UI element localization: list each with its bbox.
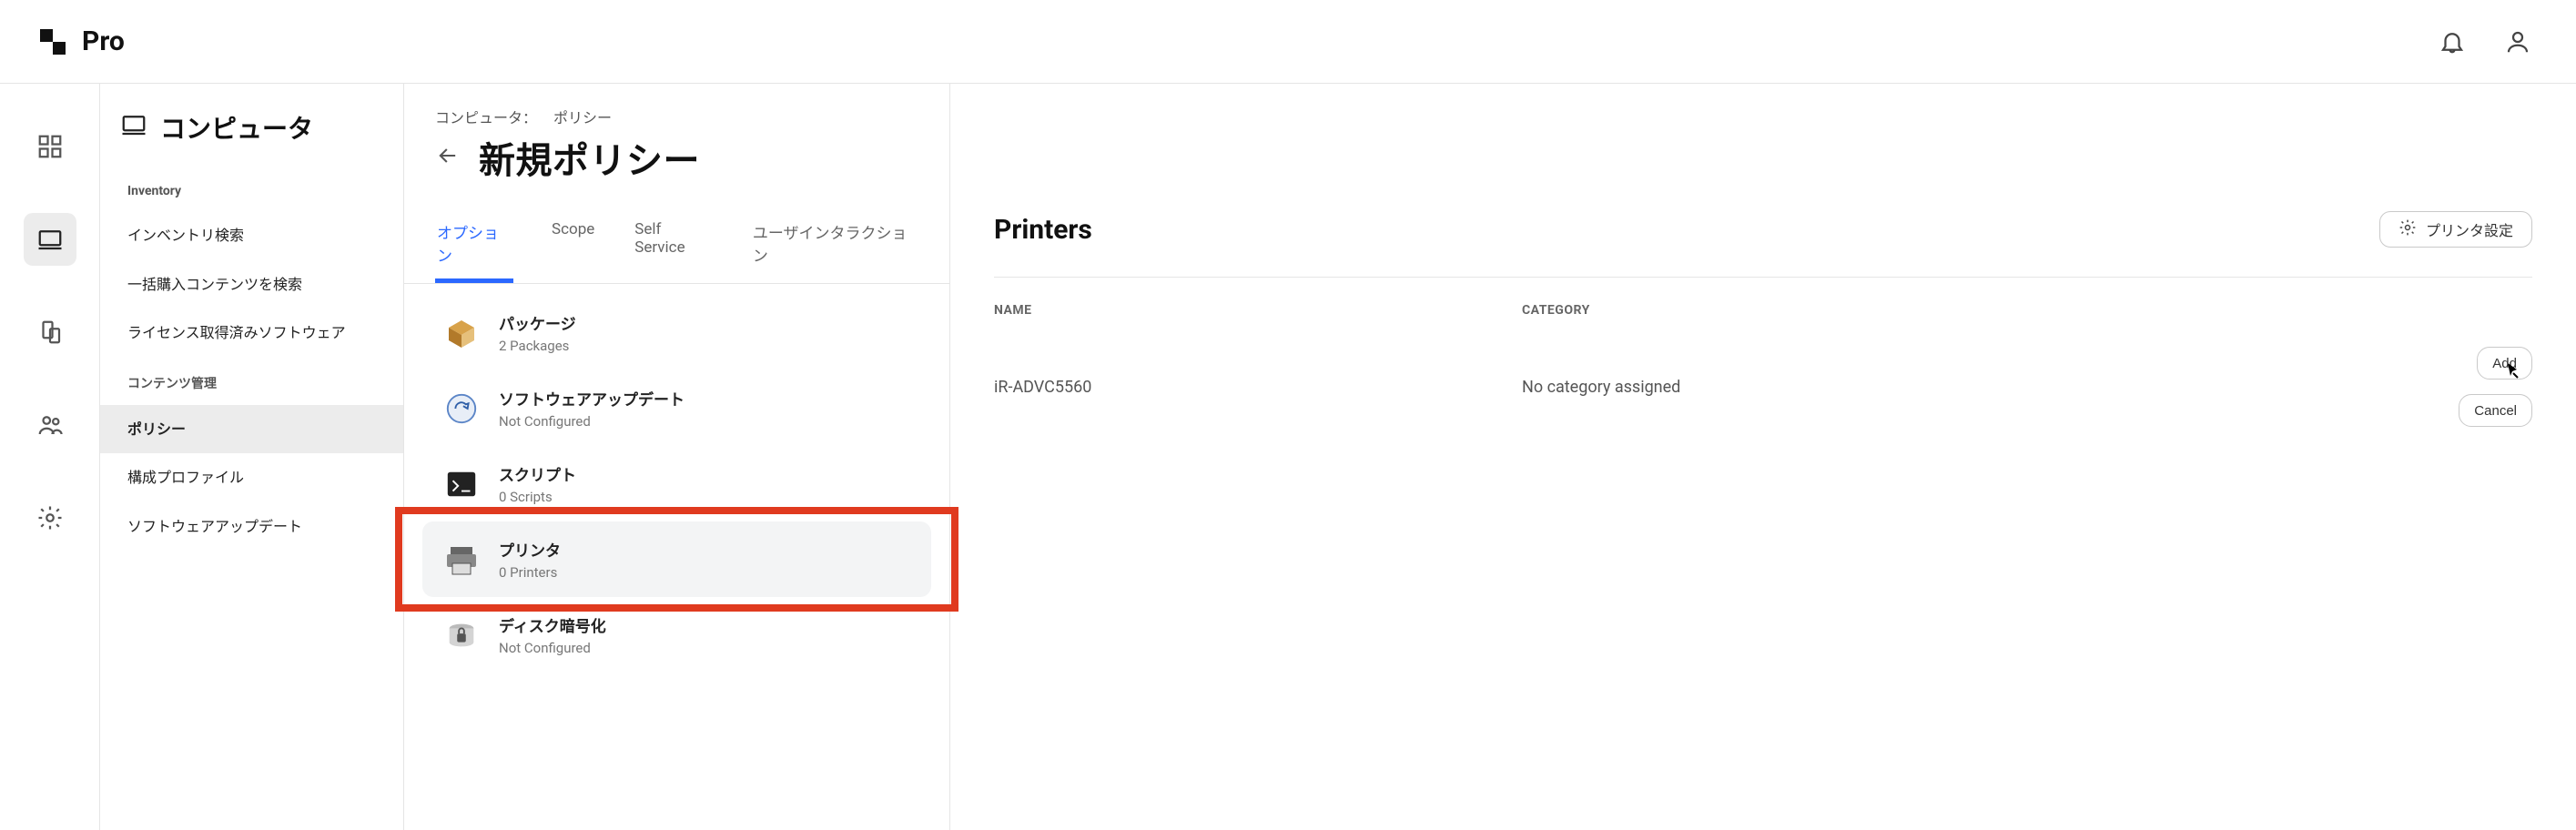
sidebar-item-software-updates[interactable]: ソフトウェアアップデート [100,502,403,552]
nav-rail [0,84,100,830]
tab-options[interactable]: オプション [435,220,513,283]
table-header: NAME CATEGORY [994,303,2532,334]
sidebar-item-vpp-search[interactable]: 一括購入コンテンツを検索 [100,260,403,309]
option-sub: Not Configured [499,640,606,656]
sidebar-item-config-profiles[interactable]: 構成プロファイル [100,453,403,502]
sidebar: コンピュータ Inventory インベントリ検索 一括購入コンテンツを検索 ラ… [100,84,404,830]
table-row: iR-ADVC5560 No category assigned Add Can… [994,334,2532,440]
tab-self-service[interactable]: Self Service [633,220,715,283]
main-heading: Printers [994,214,1092,246]
top-bar: Pro [0,0,2576,84]
sidebar-item-policies[interactable]: ポリシー [100,405,403,454]
cancel-button[interactable]: Cancel [2459,394,2532,427]
sidebar-item-inventory-search[interactable]: インベントリ検索 [100,211,403,260]
options-column: コンピュータ： ポリシー 新規ポリシー オプション Scope Self Ser… [404,84,950,830]
option-sub: 0 Scripts [499,489,576,505]
option-sub: 2 Packages [499,338,576,354]
brand-name: Pro [82,25,125,57]
rail-devices[interactable] [24,306,76,359]
add-button-label: Add [2492,356,2517,371]
sidebar-title-text: コンピュータ [160,109,313,146]
option-scripts[interactable]: スクリプト 0 Scripts [422,446,931,521]
option-software-updates[interactable]: ソフトウェアアップデート Not Configured [422,370,931,446]
rail-computers[interactable] [24,213,76,266]
tab-scope[interactable]: Scope [550,220,596,283]
option-sub: 0 Printers [499,564,561,581]
laptop-icon [120,111,147,145]
gear-icon [2399,218,2417,241]
col-category: CATEGORY [1522,303,2405,318]
option-title: ディスク暗号化 [499,613,606,636]
breadcrumb-root[interactable]: コンピュータ： [435,106,537,127]
rail-users[interactable] [24,399,76,451]
tabs: オプション Scope Self Service ユーザインタラクション [404,220,949,284]
option-title: スクリプト [499,462,576,485]
breadcrumb-leaf[interactable]: ポリシー [553,106,612,127]
bell-icon[interactable] [2430,20,2474,64]
col-name: NAME [994,303,1522,318]
add-button[interactable]: Add [2477,347,2532,380]
printer-settings-button[interactable]: プリンタ設定 [2379,211,2532,248]
row-name: iR-ADVC5560 [994,378,1522,397]
sidebar-title: コンピュータ [100,109,403,167]
cancel-button-label: Cancel [2474,403,2517,419]
option-title: プリンタ [499,538,561,561]
rail-dashboard[interactable] [24,120,76,173]
option-printers[interactable]: プリンタ 0 Printers [422,521,931,597]
main-content: Printers プリンタ設定 NAME CATEGORY iR-ADVC556… [950,84,2576,830]
option-packages[interactable]: パッケージ 2 Packages [422,295,931,370]
terminal-icon [442,465,481,503]
option-title: パッケージ [499,311,576,334]
brand-logo-icon [36,25,69,58]
option-sub: Not Configured [499,413,685,430]
tab-user-interaction[interactable]: ユーザインタラクション [751,220,918,283]
package-icon [442,314,481,352]
option-disk-encryption[interactable]: ディスク暗号化 Not Configured [422,597,931,673]
sidebar-item-licensed-software[interactable]: ライセンス取得済みソフトウェア [100,309,403,358]
page-title: 新規ポリシー [479,131,700,184]
sidebar-section-inventory: Inventory [100,167,403,211]
printer-settings-label: プリンタ設定 [2426,218,2513,240]
option-list: パッケージ 2 Packages ソフトウェアアップデート Not Config… [404,284,949,683]
update-icon [442,390,481,428]
breadcrumb: コンピュータ： ポリシー [404,106,949,131]
disk-lock-icon [442,616,481,654]
row-category: No category assigned [1522,378,2405,397]
user-icon[interactable] [2496,20,2540,64]
option-title: ソフトウェアアップデート [499,387,685,410]
back-arrow-icon[interactable] [435,143,461,172]
printer-icon [442,541,481,579]
brand: Pro [36,25,125,58]
rail-settings[interactable] [24,491,76,544]
sidebar-section-content: コンテンツ管理 [100,358,403,405]
